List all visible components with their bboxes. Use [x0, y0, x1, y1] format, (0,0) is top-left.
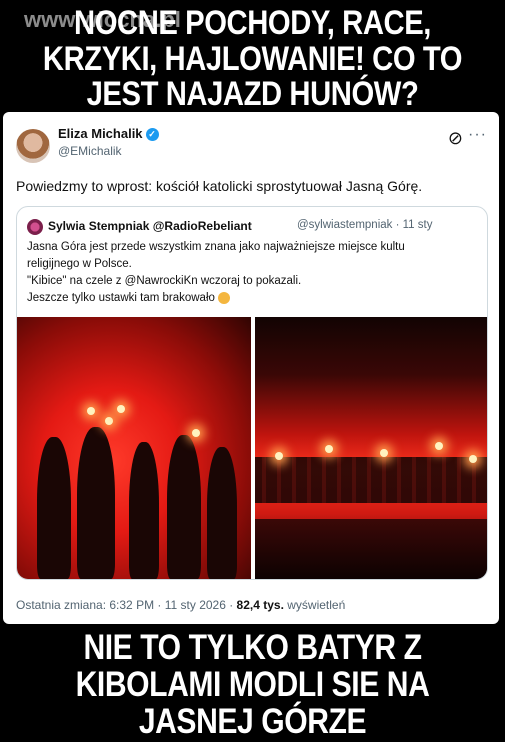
flare-light [469, 455, 477, 463]
views-label: wyświetleń [283, 598, 346, 612]
grok-icon[interactable]: ⊘ [448, 128, 463, 149]
person-silhouette [167, 435, 201, 579]
verified-badge-icon: ✓ [145, 128, 159, 142]
quote-author-handle[interactable]: @sylwiastempniak · 11 sty [297, 219, 432, 231]
quote-author-avatar[interactable] [27, 219, 43, 235]
person-silhouette [129, 442, 159, 579]
flare-light [325, 445, 333, 453]
author-handle[interactable]: @EMichalik [58, 144, 122, 158]
quote-text-line: religijnego w Polsce. [27, 258, 132, 270]
views-count: 82,4 tys. [236, 598, 284, 612]
author-avatar[interactable] [16, 129, 50, 163]
quote-author-name[interactable]: Sylwia Stempniak @RadioRebeliant [48, 219, 252, 233]
flare-light [87, 407, 95, 415]
person-silhouette [207, 447, 237, 579]
tweet-footer: Ostatnia zmiana: 6:32 PM · 11 sty 2026 ·… [16, 598, 345, 612]
person-silhouette [77, 427, 115, 579]
quoted-tweet[interactable]: Sylwia Stempniak @RadioRebeliant @sylwia… [16, 206, 488, 580]
flare-light [117, 405, 125, 413]
watermark: www.wiocha.pl [24, 7, 181, 32]
flare-light [380, 449, 388, 457]
quote-text-line: Jeszcze tylko ustawki tam brakowało [27, 292, 230, 304]
author-name-row[interactable]: Eliza Michalik ✓ [58, 126, 159, 142]
quote-text-line: Jasna Góra jest przede wszystkim znana j… [27, 241, 405, 253]
quote-text-line: "Kibice" na czele z @NawrockiKn wczoraj … [27, 275, 302, 287]
author-name[interactable]: Eliza Michalik [58, 126, 143, 141]
bottom-caption: NIE TO TYLKO BATYR Z KIBOLAMI MODLI SIE … [75, 628, 430, 741]
crowd-silhouette [255, 457, 487, 503]
flare-light [105, 417, 113, 425]
tweet-text: Powiedzmy to wprost: kościół katolicki s… [16, 178, 423, 194]
timestamp[interactable]: Ostatnia zmiana: 6:32 PM · 11 sty 2026 · [16, 598, 237, 612]
ground [255, 519, 487, 579]
person-silhouette [37, 437, 71, 579]
more-icon[interactable]: ··· [468, 126, 487, 144]
flare-photo-right[interactable] [255, 317, 487, 579]
tweet-card[interactable]: Eliza Michalik ✓ @EMichalik ⊘ ··· Powiedz… [3, 112, 499, 624]
flare-photo-left[interactable] [17, 317, 251, 579]
quote-text: Jeszcze tylko ustawki tam brakowało [27, 292, 215, 305]
flare-light [435, 442, 443, 450]
flare-light [275, 452, 283, 460]
flare-light [192, 429, 200, 437]
facepalm-emoji-icon [217, 292, 230, 304]
